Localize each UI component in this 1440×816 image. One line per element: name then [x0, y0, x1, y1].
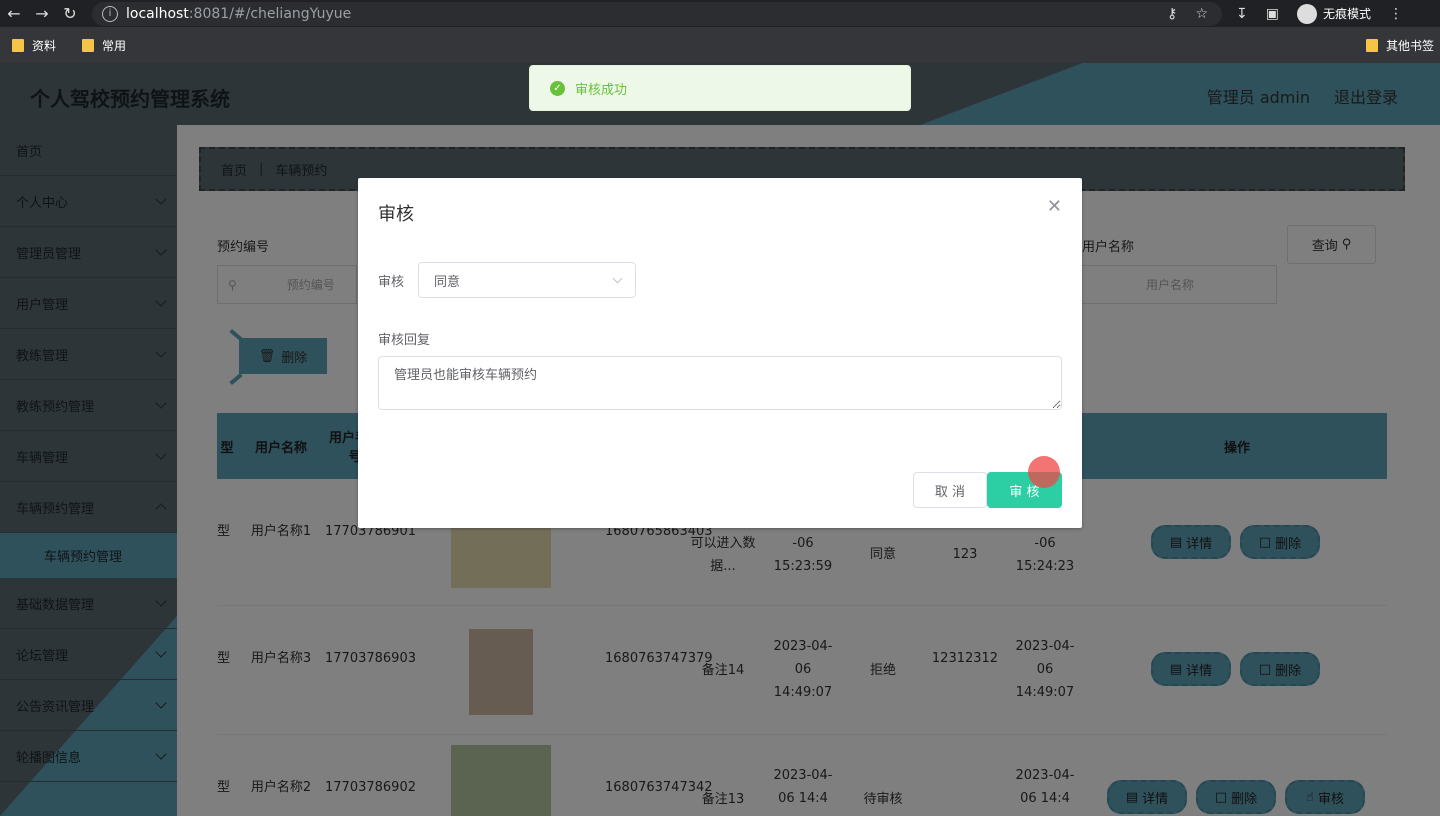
- info-icon[interactable]: i: [102, 5, 118, 22]
- audit-select[interactable]: 同意: [418, 262, 636, 298]
- menu-icon[interactable]: ⋮: [1389, 6, 1403, 22]
- reply-textarea[interactable]: 管理员也能审核车辆预约: [378, 356, 1062, 410]
- back-icon[interactable]: ←: [0, 0, 28, 27]
- cursor-indicator: [1028, 456, 1060, 488]
- address-bar[interactable]: i localhost:8081/#/cheliangYuyue ⚷ ☆: [92, 1, 1222, 26]
- chevron-down-icon: [612, 273, 623, 284]
- toast-message: 审核成功: [575, 82, 628, 98]
- folder-icon: [1365, 38, 1378, 52]
- bookmarks-bar: 资料 常用 其他书签: [0, 27, 1440, 63]
- bookmark-other[interactable]: 其他书签: [1365, 27, 1434, 63]
- reload-icon[interactable]: ↻: [56, 0, 84, 27]
- forward-icon[interactable]: →: [28, 0, 56, 27]
- close-icon[interactable]: ✕: [1047, 196, 1062, 217]
- url-path: :8081/#/cheliangYuyue: [188, 5, 352, 22]
- cancel-button[interactable]: 取 消: [913, 472, 987, 508]
- check-circle-icon: ✓: [550, 80, 565, 96]
- success-toast: ✓ 审核成功: [529, 65, 911, 111]
- bookmark-folder[interactable]: 资料: [12, 37, 56, 54]
- folder-icon: [82, 38, 95, 52]
- audit-select-value: 同意: [434, 274, 461, 290]
- dialog-title: 审核: [378, 204, 414, 225]
- audit-dialog: 审核 ✕ 审核 同意 审核回复 管理员也能审核车辆预约 取 消 审 核: [358, 178, 1082, 528]
- reply-label: 审核回复: [378, 333, 431, 348]
- incognito-label: 无痕模式: [1322, 7, 1371, 21]
- sidepanel-icon[interactable]: ▣: [1266, 6, 1279, 22]
- url-host: localhost: [126, 5, 189, 22]
- download-icon[interactable]: ↧: [1236, 6, 1248, 22]
- incognito-icon: [1296, 3, 1317, 24]
- key-icon[interactable]: ⚷: [1167, 6, 1177, 22]
- audit-field-label: 审核: [378, 275, 405, 290]
- browser-toolbar: ← → ↻ i localhost:8081/#/cheliangYuyue ⚷…: [0, 0, 1440, 27]
- star-icon[interactable]: ☆: [1195, 6, 1208, 22]
- folder-icon: [12, 38, 24, 52]
- incognito-indicator[interactable]: 无痕模式: [1296, 3, 1371, 24]
- bookmark-folder[interactable]: 常用: [82, 37, 126, 54]
